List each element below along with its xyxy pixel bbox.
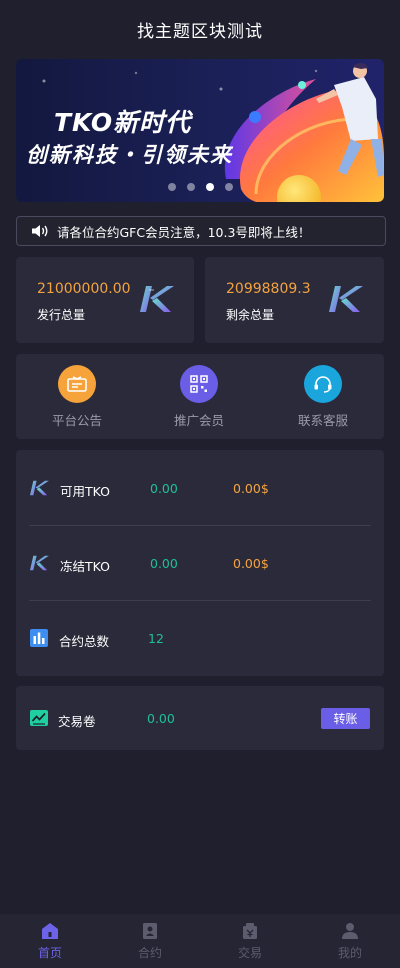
menu-contact-support[interactable]: 联系客服 (273, 365, 373, 429)
qrcode-icon (180, 365, 218, 403)
bottom-tab-bar: 首页 合约 交易 我的 (0, 914, 400, 968)
frozen-tko-label: 冻结TKO (60, 559, 110, 574)
tko-logo-icon (140, 286, 174, 312)
issued-total-value: 21000000.00 (37, 281, 131, 297)
available-tko-amount: 0.00 (150, 481, 178, 496)
headset-icon (304, 365, 342, 403)
tab-label: 交易 (237, 946, 262, 960)
contract-count-label: 合约总数 (59, 634, 110, 649)
tko-logo-icon (329, 286, 363, 312)
announcement-icon (58, 365, 96, 403)
trend-chart-icon (30, 710, 48, 726)
frozen-tko-row[interactable]: 冻结TKO 0.00 0.00$ (16, 526, 384, 601)
contract-count-value: 12 (148, 631, 164, 646)
quick-menu: 平台公告 推广会员 联系客服 (16, 354, 384, 439)
menu-label: 推广会员 (173, 413, 224, 428)
frozen-tko-usd: 0.00$ (233, 556, 269, 571)
remaining-total-label: 剩余总量 (226, 308, 275, 322)
tko-logo-icon (30, 555, 49, 571)
notice-bar[interactable]: 请各位合约GFC会员注意，10.3号即将上线！ (16, 216, 386, 246)
bar-chart-icon (30, 629, 48, 647)
menu-platform-announcement[interactable]: 平台公告 (27, 365, 127, 429)
carousel-dot[interactable] (168, 183, 176, 191)
issued-total-card: 21000000.00 发行总量 (16, 257, 194, 343)
banner-headline: TKO新时代 (54, 108, 192, 137)
home-icon (42, 923, 58, 939)
tab-home[interactable]: 首页 (0, 914, 100, 968)
remaining-total-card: 20998809.3 剩余总量 (205, 257, 384, 343)
trade-voucher-label: 交易卷 (58, 714, 96, 729)
carousel-dot-active[interactable] (206, 183, 214, 191)
app-header: 找主题区块测试 (0, 0, 400, 58)
remaining-total-value: 20998809.3 (226, 281, 311, 297)
menu-label: 联系客服 (297, 413, 348, 428)
asset-summary: 可用TKO 0.00 0.00$ 冻结TKO 0.00 0.00$ 合约总数 1… (16, 450, 384, 676)
tab-label: 首页 (37, 946, 62, 960)
tab-label: 合约 (137, 946, 162, 960)
menu-label: 平台公告 (51, 413, 102, 428)
available-tko-label: 可用TKO (60, 484, 110, 499)
trade-icon (243, 923, 257, 939)
speaker-icon (32, 225, 48, 237)
page-title: 找主题区块测试 (137, 21, 263, 42)
contract-count-row[interactable]: 合约总数 12 (16, 601, 384, 676)
tab-contract[interactable]: 合约 (100, 914, 200, 968)
banner-carousel[interactable]: TKO新时代 创新科技・引领未来 (16, 59, 384, 202)
tko-logo-icon (30, 480, 49, 496)
user-icon (342, 923, 358, 939)
trade-voucher-amount: 0.00 (147, 711, 175, 726)
carousel-dot[interactable] (225, 183, 233, 191)
tab-label: 我的 (337, 946, 362, 960)
tab-mine[interactable]: 我的 (300, 914, 400, 968)
carousel-dot[interactable] (187, 183, 195, 191)
transfer-button[interactable]: 转账 (321, 708, 370, 729)
trade-voucher-card: 交易卷 0.00 转账 (16, 686, 384, 750)
tab-trade[interactable]: 交易 (200, 914, 300, 968)
available-tko-row[interactable]: 可用TKO 0.00 0.00$ (16, 450, 384, 525)
frozen-tko-amount: 0.00 (150, 556, 178, 571)
menu-promote-member[interactable]: 推广会员 (149, 365, 249, 429)
banner-slogan: 创新科技・引领未来 (26, 143, 233, 167)
available-tko-usd: 0.00$ (233, 481, 269, 496)
issued-total-label: 发行总量 (37, 308, 86, 322)
notice-text: 请各位合约GFC会员注意，10.3号即将上线！ (57, 224, 311, 240)
contract-icon (143, 923, 157, 939)
carousel-indicators (168, 183, 233, 191)
